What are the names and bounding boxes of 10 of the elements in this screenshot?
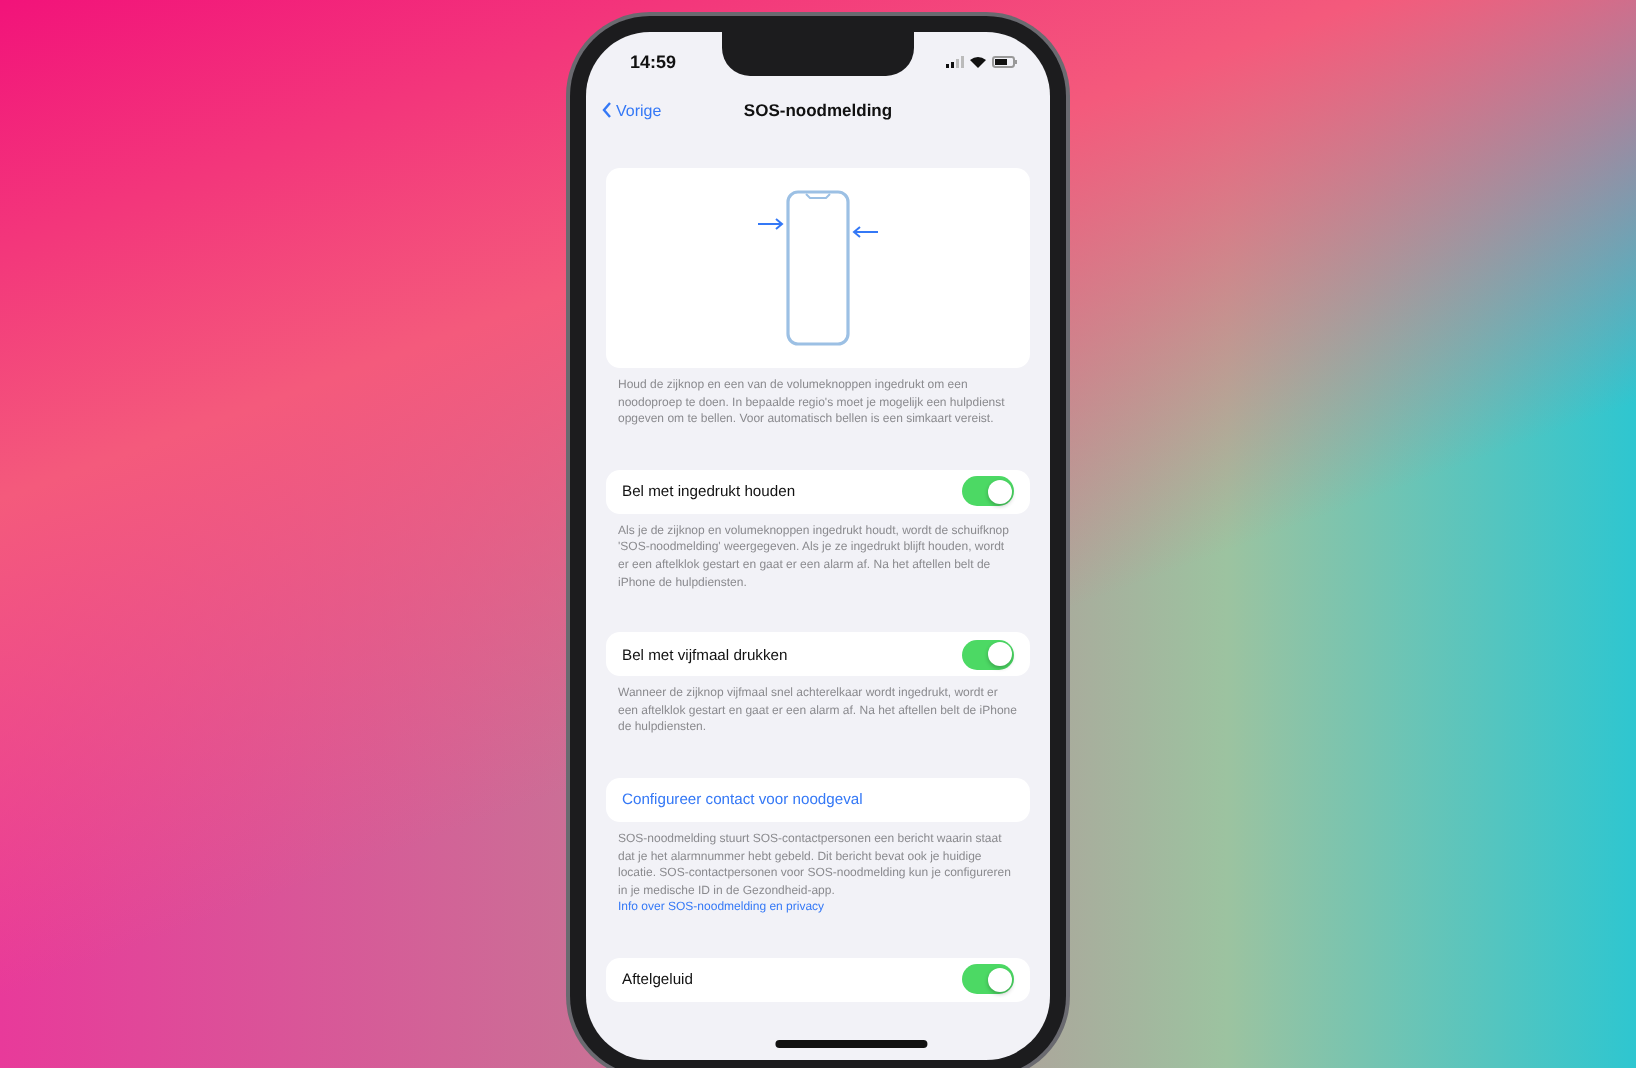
signal-icon xyxy=(946,56,964,68)
battery-icon xyxy=(992,56,1018,68)
toggle-switch[interactable] xyxy=(962,476,1014,507)
status-time: 14:59 xyxy=(630,52,677,72)
toggle-switch[interactable] xyxy=(962,639,1014,670)
toggle-switch[interactable] xyxy=(962,964,1014,995)
back-link[interactable]: Vorige xyxy=(602,101,662,119)
wifi-icon xyxy=(970,56,986,68)
nav-title: SOS-noodmelding xyxy=(743,100,893,120)
chevron-left-icon xyxy=(602,102,612,118)
